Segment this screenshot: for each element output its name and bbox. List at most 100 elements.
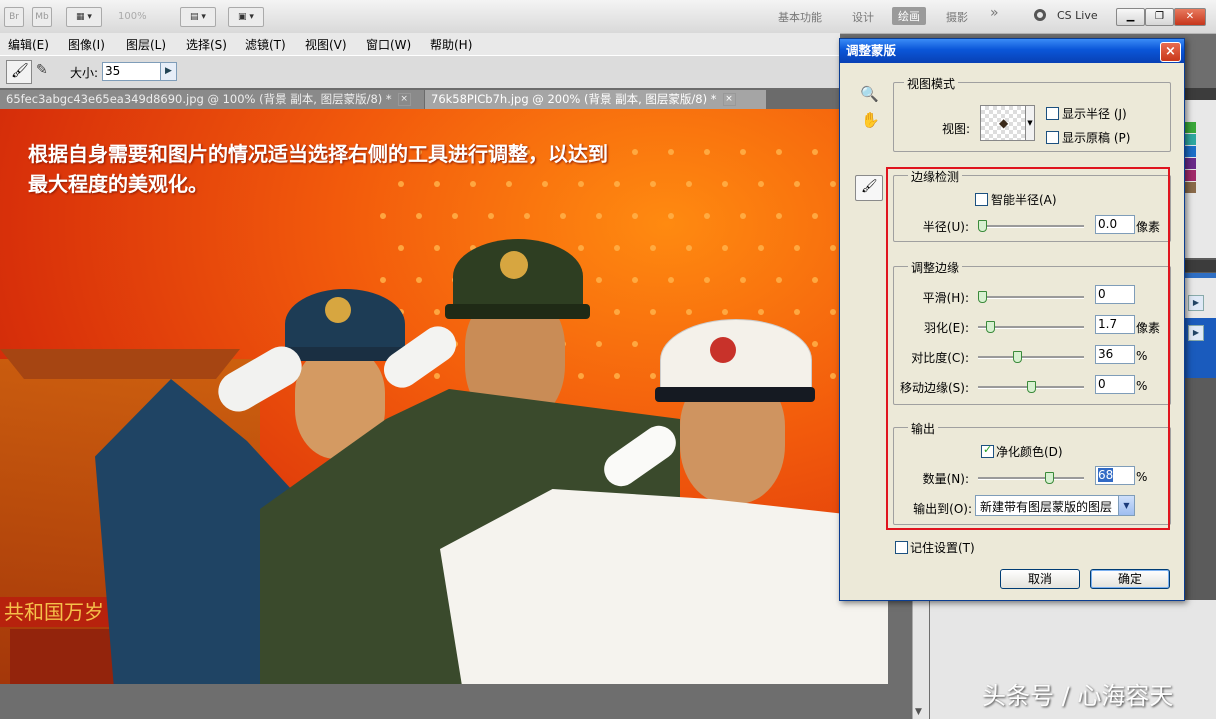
menu-image[interactable]: 图像(I) [68,36,105,53]
brush-icon: 🖌 [11,63,29,79]
background-dot [560,213,566,219]
bridge-button[interactable]: Br [4,7,24,27]
soldier-white-uniform [440,319,888,684]
tab-title: 65fec3abgc43e65ea349d8690.jpg @ 100% (背景… [6,92,392,106]
restore-button[interactable]: ❐ [1145,8,1174,26]
arrange-documents-button[interactable]: ▤ ▾ [180,7,216,27]
background-dot [794,309,800,315]
swatch-magenta[interactable] [1184,170,1196,181]
restore-icon: ❐ [1155,11,1164,22]
workspace-painting[interactable]: 绘画 [892,7,926,25]
cancel-button[interactable]: 取消 [1000,569,1080,589]
screen-mode-button[interactable]: ▣ ▾ [228,7,264,27]
menu-bar: 编辑(E) 图像(I) 图层(L) 选择(S) 滤镜(T) 视图(V) 窗口(W… [0,33,840,55]
erase-refinements-icon[interactable]: ✎ [36,62,48,78]
menu-view[interactable]: 视图(V) [305,36,347,53]
cs-live-menu[interactable]: CS Live [1057,9,1098,22]
refine-radius-tool-button[interactable]: 🖌 [855,175,883,201]
background-dot [740,277,746,283]
background-dot [488,213,494,219]
mask-preview-icon: ◆ [999,116,1009,130]
app-close-button[interactable]: ✕ [1174,8,1206,26]
scroll-down-icon[interactable]: ▼ [915,707,922,717]
view-mode-label: 视图模式 [904,75,959,92]
zoom-level[interactable]: 100% [118,11,147,22]
view-mode-group: 视图模式 视图: ◆ ▼ 显示半径 (J) 显示原稿 (P) [893,75,1171,152]
panel-expand-button[interactable]: ▶ [1188,325,1204,341]
background-dot [812,213,818,219]
swatch-teal[interactable] [1184,134,1196,145]
layout-icon: ▤ ▾ [190,12,206,22]
background-dot [758,245,764,251]
chevron-right-icon: ▶ [1192,328,1200,337]
more-workspaces-button[interactable]: » [990,5,999,21]
menu-select[interactable]: 选择(S) [186,36,227,53]
zoom-tool-icon[interactable]: 🔍 [860,85,879,103]
show-radius-checkbox[interactable] [1046,107,1059,120]
dialog-close-button[interactable]: × [1160,42,1181,62]
swatch-brown[interactable] [1184,182,1196,193]
background-dot [524,213,530,219]
menu-edit[interactable]: 编辑(E) [8,36,49,53]
dialog-title: 调整蒙版 [846,43,897,58]
background-dot [758,309,764,315]
view-dropdown-button[interactable]: ▼ [1025,105,1035,141]
tab-title: 76k58PICb7h.jpg @ 200% (背景 副本, 图层蒙版/8) * [431,92,717,106]
remember-settings-checkbox[interactable] [895,541,908,554]
minimize-button[interactable]: ▁ [1116,8,1145,26]
document-tab-1[interactable]: 65fec3abgc43e65ea349d8690.jpg @ 100% (背景… [0,90,424,109]
tutorial-caption: 根据自身需要和图片的情况适当选择右侧的工具进行调整，以达到 最大程度的美观化。 [28,139,788,199]
background-dot [416,213,422,219]
background-dot [740,213,746,219]
background-dot [776,277,782,283]
application-bar: Br Mb ▦ ▾ 100% ▤ ▾ ▣ ▾ 基本功能 设计 绘画 摄影 » C… [0,0,1216,34]
cs-live-icon [1034,9,1046,21]
background-dot [380,213,386,219]
background-dot [812,277,818,283]
screen-mode-icon: ▣ ▾ [238,12,254,22]
canvas-pasteboard [0,684,888,719]
mini-bridge-button[interactable]: Mb [32,7,52,27]
workspace-photography[interactable]: 摄影 [946,9,968,25]
view-mode-thumbnail[interactable]: ◆ [980,105,1026,141]
background-dot [830,181,836,187]
workspace-design[interactable]: 设计 [852,9,874,25]
refine-mask-dialog: 调整蒙版 × 🔍 ✋ 🖌 视图模式 视图: ◆ ▼ 显示半径 (J) 显示原稿 … [839,38,1185,601]
swatch-blue[interactable] [1184,146,1196,157]
background-dot [722,245,728,251]
menu-window[interactable]: 窗口(W) [366,36,411,53]
highlight-annotation-box [886,167,1170,530]
minimize-icon: ▁ [1126,11,1135,22]
refine-radius-tool-button[interactable]: 🖌 [6,60,32,84]
tab-close-icon[interactable]: × [722,93,736,106]
background-dot [632,213,638,219]
caption-line-2: 最大程度的美观化。 [28,172,208,196]
chevron-down-icon: ▼ [1027,119,1033,127]
size-dropdown-button[interactable]: ▶ [160,62,177,81]
swatch-purple[interactable] [1184,158,1196,169]
workspace-essentials[interactable]: 基本功能 [778,9,822,25]
ok-button[interactable]: 确定 [1090,569,1170,589]
swatch-green[interactable] [1184,122,1196,133]
background-dot [668,213,674,219]
document-tab-bar: 65fec3abgc43e65ea349d8690.jpg @ 100% (背景… [0,88,840,109]
watermark-text: 头条号 / 心海容天 [982,682,1174,710]
document-tab-2[interactable]: 76k58PICb7h.jpg @ 200% (背景 副本, 图层蒙版/8) *… [425,90,766,109]
dialog-title-bar[interactable]: 调整蒙版 × [840,39,1184,63]
menu-help[interactable]: 帮助(H) [430,36,472,53]
brush-size-input[interactable]: 35 [102,62,162,81]
panel-expand-button[interactable]: ▶ [1188,295,1204,311]
tab-close-icon[interactable]: × [397,93,411,106]
grid-icon: ▦ ▾ [76,12,92,22]
menu-layer[interactable]: 图层(L) [126,36,166,53]
hand-tool-icon[interactable]: ✋ [861,111,880,129]
menu-filter[interactable]: 滤镜(T) [245,36,286,53]
close-icon: ✕ [1185,11,1195,22]
size-label: 大小: [70,66,99,80]
show-original-checkbox[interactable] [1046,131,1059,144]
view-extras-button[interactable]: ▦ ▾ [66,7,102,27]
background-dot [596,213,602,219]
view-label: 视图: [942,122,971,136]
background-dot [812,149,818,155]
image-canvas[interactable]: 共和国万岁 根据自身需要和图片的情况适当选择右侧的工具进行调整，以达到 最大程度… [0,109,888,684]
